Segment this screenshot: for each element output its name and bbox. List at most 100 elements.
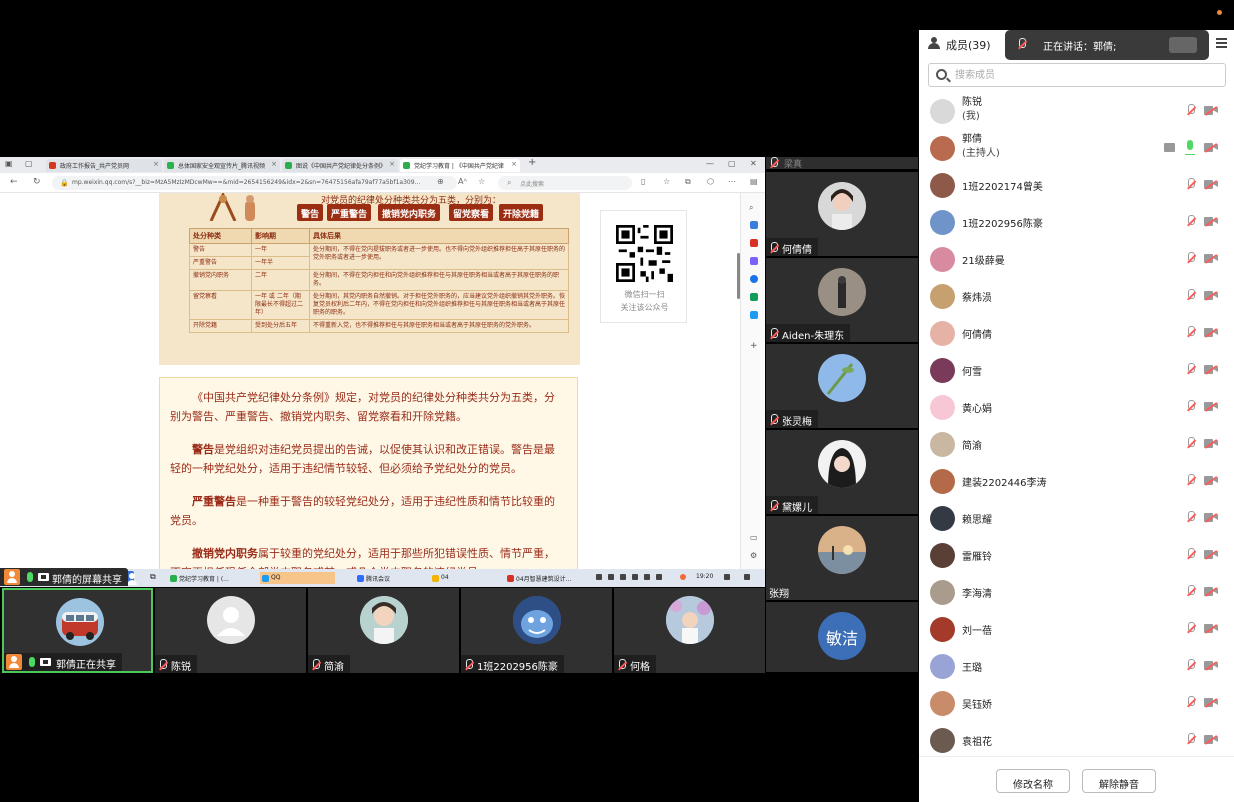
minimize-icon[interactable]: — <box>706 159 714 168</box>
mic-muted-icon[interactable] <box>1186 289 1196 300</box>
url-field[interactable]: 🔒 mp.weixin.qq.com/s?__biz=MzA5MzIzMDcwM… <box>52 176 457 190</box>
mic-muted-icon[interactable] <box>1186 659 1196 670</box>
settings-icon[interactable]: ⚙ <box>750 551 757 560</box>
camera-off-icon[interactable] <box>1204 291 1218 301</box>
mic-muted-icon[interactable] <box>1186 548 1196 559</box>
favorites-icon[interactable]: ☆ <box>663 177 670 186</box>
mic-muted-icon[interactable] <box>1186 215 1196 226</box>
member-row[interactable]: 郭倩 (主持人) <box>919 129 1234 166</box>
browser-tab-3[interactable]: 图说《中国共产党纪律处分条例》 × <box>282 159 398 172</box>
mic-muted-icon[interactable] <box>1186 622 1196 633</box>
member-row[interactable]: 刘一蓓 <box>919 610 1234 647</box>
zoom-icon[interactable]: ⊕ <box>437 177 444 186</box>
mic-muted-icon[interactable] <box>1186 511 1196 522</box>
mic-muted-icon[interactable] <box>1186 178 1196 189</box>
browser-profile-icon[interactable]: ▣ <box>5 159 13 168</box>
member-row[interactable]: 建装2202446李涛 <box>919 462 1234 499</box>
camera-off-icon[interactable] <box>1204 661 1218 671</box>
member-search-input[interactable] <box>955 67 1215 83</box>
camera-off-icon[interactable] <box>1204 439 1218 449</box>
video-tile[interactable]: Aiden-朱理东 <box>766 258 918 342</box>
tools-icon[interactable] <box>750 257 758 265</box>
close-icon[interactable]: ✕ <box>750 159 757 168</box>
tab-close-icon[interactable]: × <box>271 160 277 168</box>
extensions-icon[interactable]: ⬡ <box>707 177 714 186</box>
member-row[interactable]: 黄心娟 <box>919 388 1234 425</box>
web-search-input[interactable]: ⌕ 点此搜索 <box>498 176 632 190</box>
mic-muted-icon[interactable] <box>1186 437 1196 448</box>
copilot-icon[interactable] <box>750 221 758 229</box>
camera-off-icon[interactable] <box>1204 698 1218 708</box>
split-icon[interactable]: ▭ <box>750 533 758 542</box>
tab-actions-icon[interactable]: ▢ <box>25 159 33 168</box>
member-row[interactable]: 简渝 <box>919 425 1234 462</box>
video-tile[interactable]: 何倩倩 <box>766 172 918 256</box>
mic-muted-icon[interactable] <box>1186 474 1196 485</box>
mic-muted-icon[interactable] <box>1186 252 1196 263</box>
tray-network-icon[interactable] <box>620 574 626 580</box>
camera-off-icon[interactable] <box>1204 106 1218 116</box>
split-screen-icon[interactable]: ▯ <box>641 177 645 186</box>
read-aloud-icon[interactable]: Aᴬ <box>458 177 467 186</box>
member-row[interactable]: 李海清 <box>919 573 1234 610</box>
maximize-icon[interactable]: ▢ <box>728 159 736 168</box>
tray-notify-icon[interactable] <box>680 574 686 580</box>
reload-icon[interactable]: ↻ <box>33 177 41 187</box>
camera-off-icon[interactable] <box>1204 587 1218 597</box>
member-row[interactable]: 王璐 <box>919 647 1234 684</box>
shopping-icon[interactable] <box>750 239 758 247</box>
tray-app-icon[interactable] <box>656 574 662 580</box>
member-row[interactable]: 1班2202174曾美 <box>919 166 1234 203</box>
member-row[interactable]: 蔡炜涢 <box>919 277 1234 314</box>
outlook-icon[interactable] <box>750 311 758 319</box>
video-tile[interactable]: 1班2202956陈豪 <box>461 588 612 673</box>
sidebar-toggle-icon[interactable]: ▤ <box>750 177 758 186</box>
video-tile[interactable]: 黛嫘儿 <box>766 430 918 514</box>
mic-muted-icon[interactable] <box>1186 326 1196 337</box>
mic-muted-icon[interactable] <box>1186 585 1196 596</box>
member-row[interactable]: 21级薛曼 <box>919 240 1234 277</box>
video-tile[interactable]: 简渝 <box>308 588 459 673</box>
member-row[interactable]: 1班2202956陈豪 <box>919 203 1234 240</box>
office-icon[interactable] <box>750 293 758 301</box>
video-tile[interactable]: 张灵梅 <box>766 344 918 428</box>
taskbar-item[interactable]: 党纪学习教育 | (... <box>168 572 238 584</box>
tab-close-icon[interactable]: × <box>511 160 517 168</box>
camera-off-icon[interactable] <box>1204 254 1218 264</box>
unmute-button[interactable]: 解除静音 <box>1082 769 1156 793</box>
camera-off-icon[interactable] <box>1204 513 1218 523</box>
favorite-icon[interactable]: ☆ <box>478 177 485 186</box>
camera-off-icon[interactable] <box>1204 624 1218 634</box>
mic-muted-icon[interactable] <box>1186 363 1196 374</box>
camera-off-icon[interactable] <box>1204 143 1218 153</box>
tray-screen-icon[interactable] <box>608 574 614 580</box>
collections-icon[interactable]: ⧉ <box>685 177 691 187</box>
video-tile[interactable]: 陈锐 <box>155 588 306 673</box>
video-tile[interactable]: 何格 <box>614 588 765 673</box>
add-icon[interactable]: + <box>750 341 758 351</box>
member-row[interactable]: 雷雁铃 <box>919 536 1234 573</box>
tray-input-icon[interactable] <box>644 574 650 580</box>
member-row[interactable]: 何雪 <box>919 351 1234 388</box>
camera-off-icon[interactable] <box>1204 180 1218 190</box>
member-row[interactable]: 吴钰娇 <box>919 684 1234 721</box>
browser-tab-4[interactable]: 党纪学习教育 | 《中国共产党纪律 × <box>400 159 520 172</box>
taskbar-item[interactable]: QQ <box>260 572 335 584</box>
camera-off-icon[interactable] <box>1204 735 1218 745</box>
camera-off-icon[interactable] <box>1204 365 1218 375</box>
tab-close-icon[interactable]: × <box>153 160 159 168</box>
camera-off-icon[interactable] <box>1204 402 1218 412</box>
camera-off-icon[interactable] <box>1204 217 1218 227</box>
new-tab-button[interactable]: + <box>528 157 536 168</box>
games-icon[interactable] <box>750 275 758 283</box>
member-row[interactable]: 陈锐 (我) <box>919 92 1234 129</box>
task-view-icon[interactable]: ⧉ <box>150 572 156 582</box>
menu-icon[interactable] <box>1216 38 1227 48</box>
member-row[interactable]: 赖思耀 <box>919 499 1234 536</box>
member-row[interactable]: 袁祖花 <box>919 721 1234 758</box>
tray-widget-icon[interactable] <box>724 574 730 580</box>
video-tile[interactable]: 张翔 <box>766 516 918 600</box>
mic-muted-icon[interactable] <box>1186 696 1196 707</box>
video-tile[interactable]: 敏洁 <box>766 602 918 672</box>
camera-off-icon[interactable] <box>1204 476 1218 486</box>
